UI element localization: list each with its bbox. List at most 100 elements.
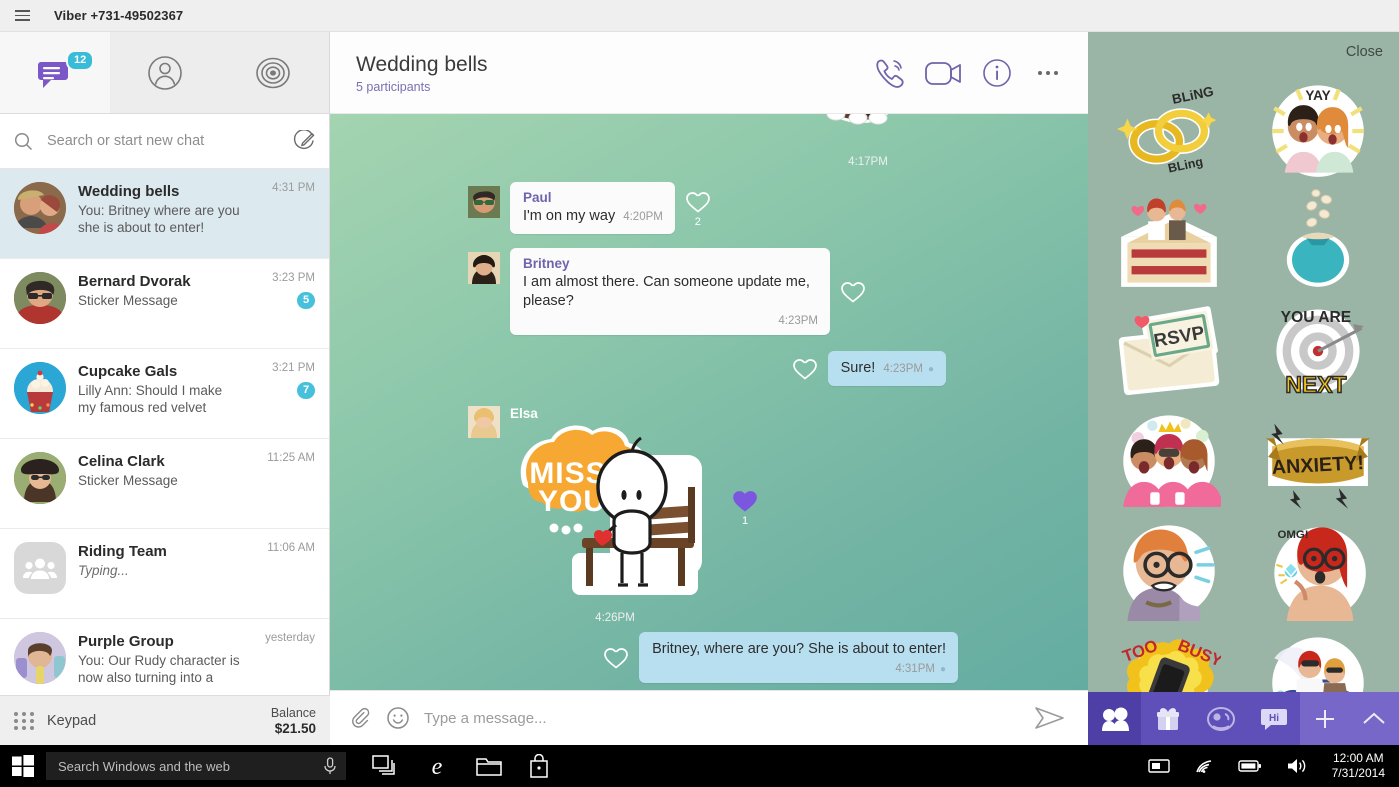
compose-pencil-icon[interactable] xyxy=(293,130,315,152)
message-composer xyxy=(330,690,1088,745)
phone-icon xyxy=(876,59,904,88)
close-sticker-panel-button[interactable]: Close xyxy=(1346,44,1383,60)
like-reaction-britney[interactable] xyxy=(840,279,866,305)
sticker-yay-girls[interactable]: YAY xyxy=(1266,77,1370,181)
paperclip-icon[interactable] xyxy=(348,706,372,730)
keypad-bar[interactable]: Keypad Balance $21.50 xyxy=(0,695,330,745)
chat-list-item-riding-team[interactable]: Riding Team Typing... 11:06 AM xyxy=(0,529,329,619)
chat-snippet: You: Britney where are you she is about … xyxy=(78,203,240,235)
wedding-cake-sticker xyxy=(1120,198,1217,287)
message-bubble[interactable]: Britney, where are you? She is about to … xyxy=(639,632,958,683)
sticker-nervous-guy[interactable] xyxy=(1117,517,1221,621)
chat-list-item-celina-clark[interactable]: Celina Clark Sticker Message 11:25 AM xyxy=(0,439,329,529)
sticker-rsvp-envelope[interactable]: RSVP xyxy=(1117,297,1221,401)
sticker-wedding-cake[interactable] xyxy=(1117,187,1221,291)
microphone-icon[interactable] xyxy=(322,757,338,775)
input-indicator[interactable] xyxy=(1147,758,1170,774)
sticker-pack-rudy-tab[interactable] xyxy=(1194,692,1247,745)
start-button[interactable] xyxy=(0,745,46,787)
collapse-sticker-panel-button[interactable] xyxy=(1349,692,1399,745)
chat-list-item-bernard-dvorak[interactable]: Bernard Dvorak Sticker Message 3:23 PM 5 xyxy=(0,259,329,349)
chat-snippet: Typing... xyxy=(78,563,129,578)
like-reaction-paul[interactable]: 2 xyxy=(685,189,711,228)
message-text: I am almost there. Can someone update me… xyxy=(523,274,810,309)
sticker-pack-wedding-tab[interactable] xyxy=(1088,692,1141,745)
chat-snippet: Sticker Message xyxy=(78,473,178,488)
message-input[interactable] xyxy=(424,709,1020,727)
clock[interactable]: 12:00 AM 7/31/2014 xyxy=(1332,751,1385,781)
sticker-party-girls[interactable] xyxy=(1117,407,1221,511)
sticker-message: 4:17PM xyxy=(808,114,928,168)
chat-list-item-wedding-bells[interactable]: Wedding bells You: Britney where are you… xyxy=(0,169,329,259)
like-reaction-elsa[interactable]: 1 xyxy=(732,488,758,527)
voice-call-button[interactable] xyxy=(872,57,906,89)
sticker-you-are-next[interactable]: YOU ARE NEXT xyxy=(1266,297,1370,401)
message-row-sure[interactable]: Sure! 4:23PM ● xyxy=(352,351,1066,386)
battery-button[interactable] xyxy=(1237,759,1262,773)
task-view-button[interactable] xyxy=(372,755,398,777)
volume-button[interactable] xyxy=(1286,757,1308,775)
tab-chats[interactable]: 12 xyxy=(0,32,110,113)
message-list[interactable]: 4:17PM Paul I'm on my way 4:20PM 2 Britn… xyxy=(330,114,1088,690)
chat-snippet: You: Our Rudy character is now also turn… xyxy=(78,653,240,685)
file-explorer-button[interactable] xyxy=(476,755,502,777)
more-options-button[interactable] xyxy=(1030,63,1066,83)
sticker-grid[interactable]: BLiNG BLing YAY RSVP YOU ARE NEXT ANXIET… xyxy=(1088,74,1399,729)
info-button[interactable] xyxy=(982,58,1012,88)
sticker-bling-rings[interactable]: BLiNG BLing xyxy=(1116,77,1221,181)
chat-meta: 3:21 PM 7 xyxy=(253,362,315,425)
like-reaction-last[interactable] xyxy=(603,645,629,671)
network-button[interactable] xyxy=(1194,758,1214,774)
sticker-label-bottom: NEXT xyxy=(1286,372,1347,398)
party-girls-sticker xyxy=(1122,415,1221,507)
video-call-button[interactable] xyxy=(924,58,964,88)
sticker-pack-gift-tab[interactable] xyxy=(1141,692,1194,745)
message-time: 4:23PM xyxy=(778,315,818,327)
message-time: 4:26PM xyxy=(595,612,635,624)
anxiety-banner-sticker: ANXIETY! xyxy=(1266,423,1371,509)
internet-explorer-button[interactable]: e xyxy=(424,753,450,779)
search-icon[interactable] xyxy=(14,132,33,151)
sticker-pack-hi-tab[interactable]: Hi xyxy=(1247,692,1300,745)
message-bubble[interactable]: Sure! 4:23PM ● xyxy=(827,351,946,386)
person-icon xyxy=(147,55,182,90)
like-reaction-sure[interactable] xyxy=(792,356,818,382)
store-button[interactable] xyxy=(528,754,550,778)
send-paperplane-icon[interactable] xyxy=(1034,705,1066,731)
message-row-britney-where[interactable]: Britney, where are you? She is about to … xyxy=(352,632,1066,683)
tab-contacts[interactable] xyxy=(110,32,220,113)
message-row-paul[interactable]: Paul I'm on my way 4:20PM 2 xyxy=(352,182,1066,234)
hamburger-menu-icon[interactable] xyxy=(0,0,44,32)
taskbar-search[interactable] xyxy=(46,752,346,780)
wifi-icon xyxy=(1195,760,1211,773)
sticker-anxiety-banner[interactable]: ANXIETY! xyxy=(1266,407,1371,511)
sticker-label-top: BLiNG xyxy=(1170,84,1214,107)
balance-block[interactable]: Balance $21.50 xyxy=(271,705,316,737)
message-bubble[interactable]: Paul I'm on my way 4:20PM xyxy=(510,182,675,234)
taskbar-search-input[interactable] xyxy=(58,758,322,774)
message-bubble[interactable]: Britney I am almost there. Can someone u… xyxy=(510,248,830,335)
message-time: 4:17PM xyxy=(848,156,888,168)
store-bag-icon xyxy=(530,754,548,778)
avatar xyxy=(14,362,66,414)
sticker-money-bag[interactable] xyxy=(1266,187,1370,291)
tab-public-chats[interactable]: * xyxy=(219,32,415,113)
add-sticker-pack-button[interactable] xyxy=(1300,692,1350,745)
message-row-britney[interactable]: Britney I am almost there. Can someone u… xyxy=(352,248,1066,335)
avatar xyxy=(14,632,66,684)
chat-list-item-body: Wedding bells You: Britney where are you… xyxy=(78,182,241,245)
chat-list-item-body: Riding Team Typing... xyxy=(78,542,241,605)
participants-count[interactable]: 5 participants xyxy=(356,80,488,94)
message-row-elsa-sticker[interactable]: Elsa MISS YOU 4:26PM 1 xyxy=(352,406,1066,624)
heart-outline-icon xyxy=(604,647,628,669)
chat-list[interactable]: Wedding bells You: Britney where are you… xyxy=(0,169,329,714)
smiley-icon[interactable] xyxy=(386,706,410,730)
avatar xyxy=(468,186,500,218)
conversation-pane: Wedding bells 5 participants 4:17PM Paul… xyxy=(330,32,1088,745)
sticker-panel: Close BLiNG BLing YAY RSVP YOU ARE NEXT … xyxy=(1088,32,1399,745)
sticker-omg-girl[interactable]: OMG! xyxy=(1266,517,1370,621)
message-sticker-dog[interactable]: 4:17PM xyxy=(352,114,1066,168)
search-input[interactable] xyxy=(47,133,293,149)
chat-list-item-cupcake-gals[interactable]: Cupcake Gals Lilly Ann: Should I make my… xyxy=(0,349,329,439)
conversation-title: Wedding bells xyxy=(356,52,488,76)
